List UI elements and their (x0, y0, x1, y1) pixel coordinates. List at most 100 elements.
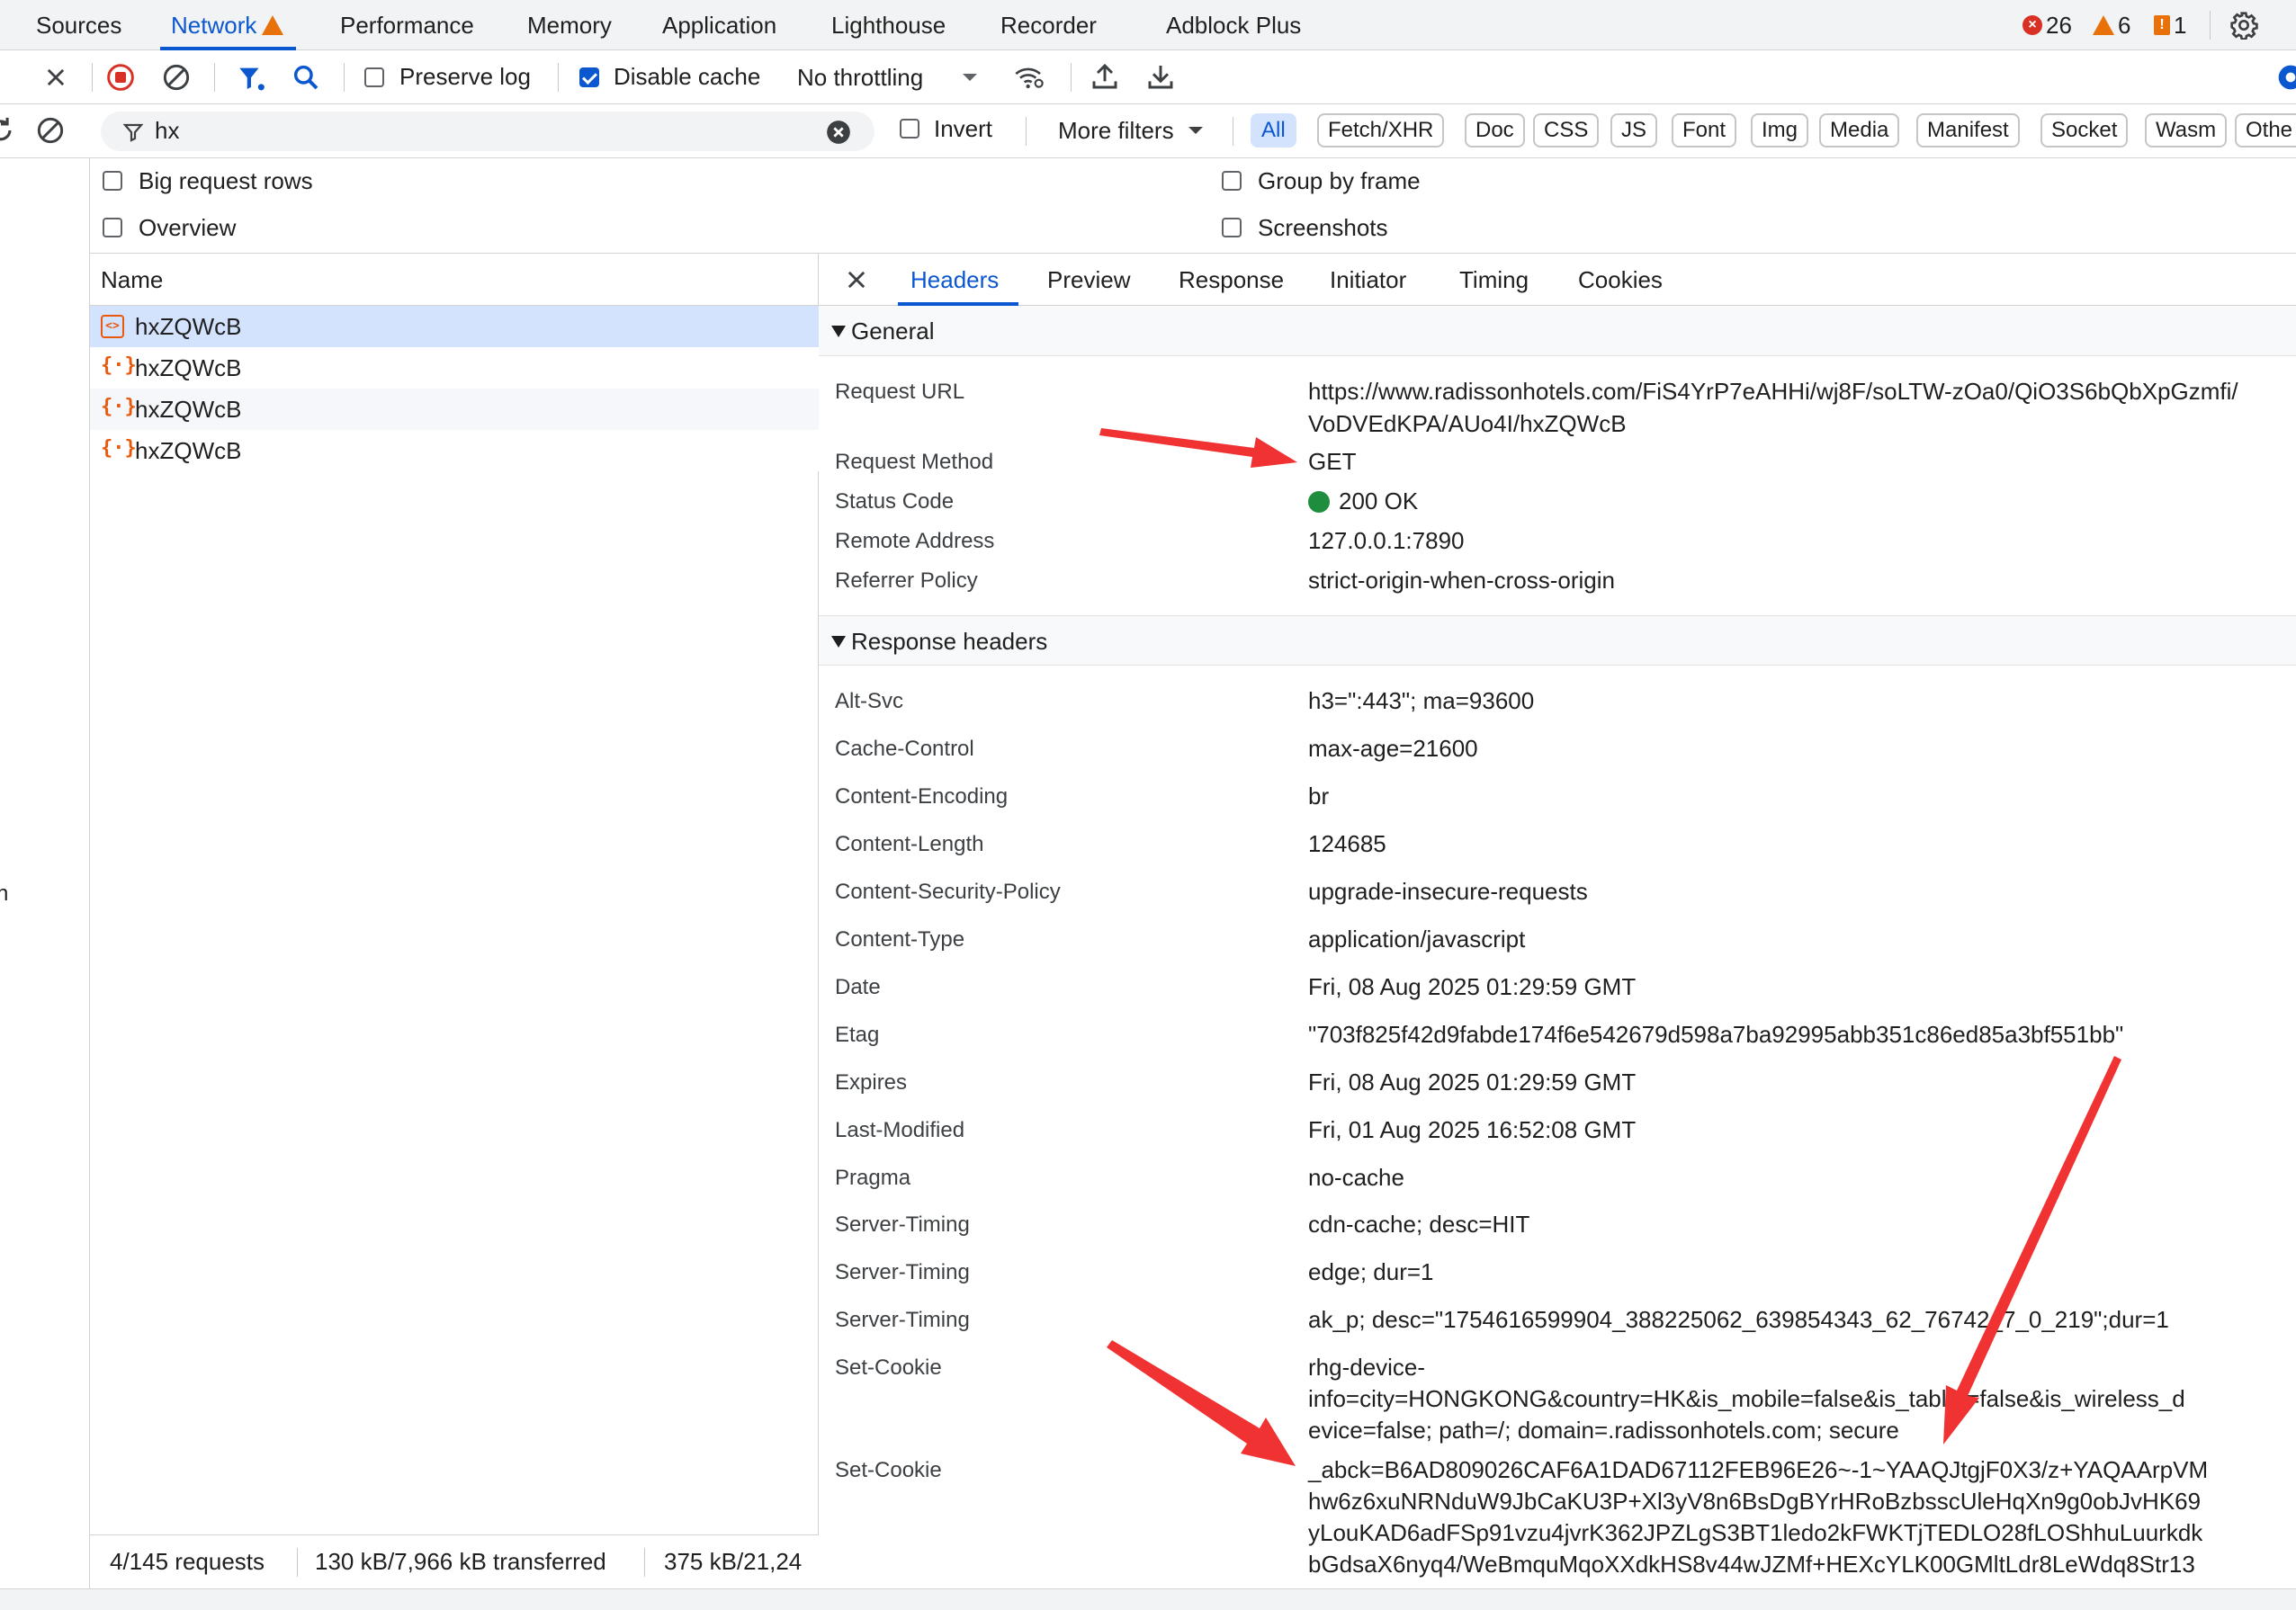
network-settings-gear-icon[interactable] (2276, 63, 2296, 92)
header-value: cdn-cache; desc=HIT (1308, 1211, 1530, 1238)
tab-timing[interactable]: Timing (1459, 254, 1529, 306)
tab-response[interactable]: Response (1179, 254, 1284, 306)
type-chip-all[interactable]: All (1251, 113, 1296, 148)
header-key: Request URL (835, 380, 965, 404)
clear-icon[interactable] (162, 63, 191, 92)
network-conditions-icon[interactable] (1013, 63, 1045, 92)
close-detail-icon[interactable] (844, 267, 869, 292)
panel-tab-sources[interactable]: Sources (36, 0, 121, 50)
tab-initiator[interactable]: Initiator (1330, 254, 1406, 306)
header-value: no-cache (1308, 1164, 1404, 1191)
detail-tabs: Headers Preview Response Initiator Timin… (819, 254, 2296, 306)
invert-checkbox[interactable] (900, 119, 919, 139)
type-chip-fetch-xhr[interactable]: Fetch/XHR (1317, 113, 1445, 148)
request-detail-panel: Headers Preview Response Initiator Timin… (819, 254, 2296, 1588)
network-settings: Big request rows Overview Group by frame… (90, 158, 2296, 254)
type-chip-doc[interactable]: Doc (1465, 113, 1525, 148)
big-request-rows-checkbox[interactable] (103, 171, 122, 191)
panel-tab-adblock-plus[interactable]: Adblock Plus (1166, 0, 1301, 50)
export-har-icon[interactable] (1146, 61, 1175, 92)
block-icon[interactable] (36, 116, 65, 145)
panel-tab-application[interactable]: Application (662, 0, 776, 50)
header-value: 127.0.0.1:7890 (1308, 527, 1465, 554)
column-header-name[interactable]: Name (101, 266, 163, 294)
chevron-down-icon (1188, 127, 1203, 134)
refresh-icon[interactable] (0, 115, 16, 146)
request-count: 4/145 requests (110, 1548, 265, 1575)
panel-tab-memory[interactable]: Memory (527, 0, 612, 50)
header-key: Cache-Control (835, 737, 974, 761)
disable-cache-label: Disable cache (614, 63, 761, 90)
header-key: Last-Modified (835, 1118, 965, 1142)
type-chip-media[interactable]: Media (1819, 113, 1900, 148)
type-chip-js[interactable]: JS (1610, 113, 1658, 148)
group-by-frame-checkbox[interactable] (1222, 171, 1242, 191)
header-value: rhg-device- (1308, 1354, 1426, 1381)
header-key: Referrer Policy (835, 568, 978, 593)
divider (2210, 11, 2211, 40)
search-icon[interactable] (291, 63, 320, 92)
type-chip-other[interactable]: Othe (2235, 113, 2296, 148)
panel-tab-recorder[interactable]: Recorder (1000, 0, 1097, 50)
header-value: max-age=21600 (1308, 735, 1478, 762)
section-response-headers-header[interactable]: Response headers (819, 615, 2296, 666)
panel-tab-lighthouse[interactable]: Lighthouse (831, 0, 946, 50)
type-chip-wasm[interactable]: Wasm (2145, 113, 2228, 148)
header-value: _abck=B6AD809026CAF6A1DAD67112FEB96E26~-… (1308, 1456, 2209, 1483)
section-general-header[interactable]: General (819, 306, 2296, 356)
more-filters-dropdown[interactable]: More filters (1058, 115, 1205, 146)
error-icon: × (2022, 15, 2042, 35)
request-row[interactable]: <> hxZQWcB (90, 306, 819, 347)
header-key: Server-Timing (835, 1308, 970, 1332)
bottom-strip (0, 1588, 2296, 1610)
throttling-select[interactable]: No throttling (797, 63, 979, 92)
request-name: hxZQWcB (135, 312, 242, 340)
overview-label: Overview (139, 214, 237, 241)
divider (558, 63, 559, 92)
header-value: evice=false; path=/; domain=.radissonhot… (1308, 1417, 1899, 1444)
tab-headers[interactable]: Headers (897, 254, 1019, 306)
type-chip-socket[interactable]: Socket (2040, 113, 2129, 148)
error-counter[interactable]: × 26 (2022, 0, 2072, 50)
filter-input[interactable]: hx (101, 112, 874, 151)
type-chip-img[interactable]: Img (1751, 113, 1809, 148)
panel-tab-network[interactable]: Network (159, 0, 297, 50)
error-count: 26 (2046, 11, 2072, 39)
preserve-log-checkbox[interactable] (364, 67, 384, 87)
issues-counter[interactable]: ! 1 (2154, 0, 2186, 50)
preserve-log-label: Preserve log (399, 63, 531, 90)
close-drawer-icon[interactable] (43, 65, 68, 90)
settings-gear-icon[interactable] (2229, 11, 2258, 40)
request-row[interactable]: {·} hxZQWcB (90, 347, 819, 389)
type-chip-manifest[interactable]: Manifest (1916, 113, 2020, 148)
funnel-icon (122, 123, 144, 142)
request-row[interactable]: {·} hxZQWcB (90, 430, 819, 471)
warning-counter[interactable]: 6 (2093, 0, 2130, 50)
disable-cache-checkbox[interactable] (579, 67, 599, 87)
header-value: Fri, 08 Aug 2025 01:29:59 GMT (1308, 1069, 1637, 1096)
request-list-header: Name (90, 254, 819, 306)
header-value: strict-origin-when-cross-origin (1308, 567, 1615, 594)
warning-count: 6 (2118, 11, 2131, 39)
type-chip-css[interactable]: CSS (1533, 113, 1600, 148)
header-value: 200 OK (1339, 487, 1419, 514)
header-value: "703f825f42d9fabde174f6e542679d598a7ba92… (1308, 1021, 2124, 1048)
divider (297, 1548, 298, 1577)
panel-tab-performance[interactable]: Performance (340, 0, 474, 50)
request-name: hxZQWcB (135, 353, 242, 381)
triangle-down-icon (831, 326, 846, 337)
import-har-icon[interactable] (1090, 61, 1119, 92)
tab-cookies[interactable]: Cookies (1578, 254, 1663, 306)
screenshots-checkbox[interactable] (1222, 218, 1242, 237)
overview-checkbox[interactable] (103, 218, 122, 237)
stop-recording-icon[interactable] (106, 63, 135, 92)
script-icon: {·} (101, 437, 137, 460)
filter-icon[interactable] (236, 63, 266, 94)
header-key: Content-Security-Policy (835, 880, 1061, 904)
divider (344, 63, 345, 92)
clear-filter-icon[interactable] (826, 120, 851, 145)
type-chip-font[interactable]: Font (1672, 113, 1737, 148)
request-row[interactable]: {·} hxZQWcB (90, 389, 819, 430)
header-value: 124685 (1308, 830, 1386, 857)
tab-preview[interactable]: Preview (1047, 254, 1130, 306)
